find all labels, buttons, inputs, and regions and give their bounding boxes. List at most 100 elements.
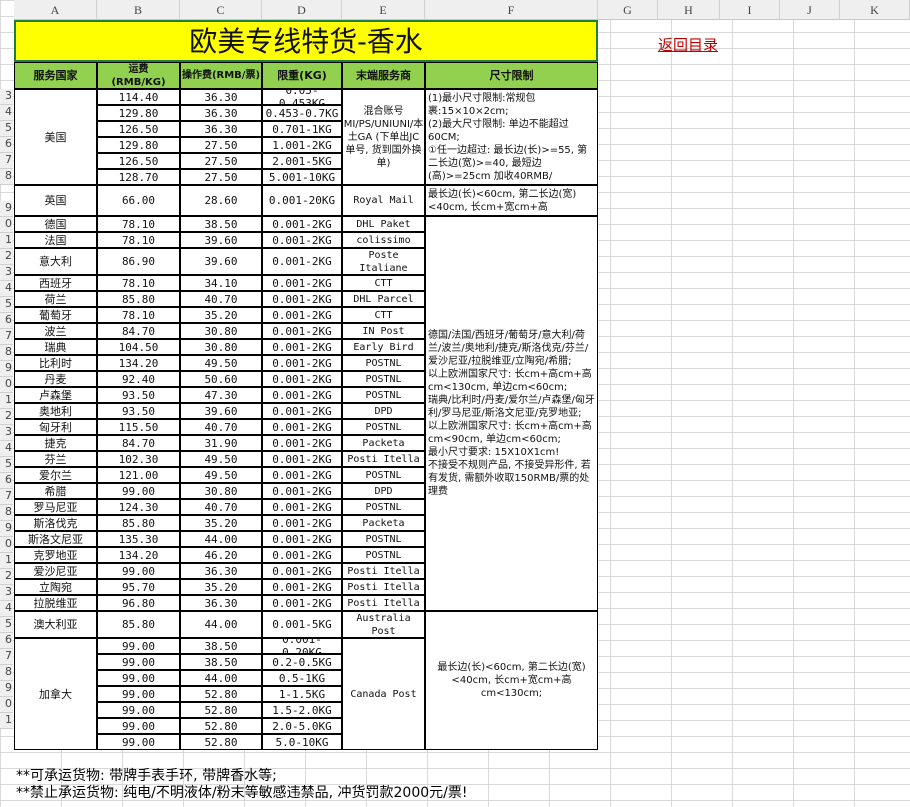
carrier-cell-ca: Canada Post (342, 638, 425, 750)
handling-cell: 36.30 (180, 595, 262, 611)
handling-cell: 40.70 (180, 499, 262, 515)
weight-cell: 0.453-0.7KG (262, 105, 342, 121)
column-header-d[interactable]: D (262, 0, 342, 20)
weight-cell: 5.0-10KG (262, 734, 342, 750)
row-number[interactable]: 3 (0, 585, 13, 601)
weight-cell: 0.001-2KG (262, 339, 342, 355)
row-number[interactable]: 4 (0, 441, 13, 457)
handling-cell: 47.30 (180, 387, 262, 403)
row-number[interactable]: 0 (0, 537, 13, 553)
column-header-c[interactable]: C (180, 0, 262, 20)
column-header-b[interactable]: B (97, 0, 180, 20)
country-cell: 荷兰 (14, 291, 97, 307)
row-number[interactable]: 4 (0, 281, 13, 297)
carrier-cell: POSTNL (342, 547, 425, 563)
header-size: 尺寸限制 (425, 62, 598, 89)
row-number[interactable]: 7 (0, 329, 13, 345)
row-number[interactable]: 2 (0, 249, 13, 265)
weight-cell: 0.001-2KG (262, 435, 342, 451)
handling-cell: 27.50 (180, 137, 262, 153)
row-number[interactable]: 9 (0, 521, 13, 537)
row-number[interactable]: 2 (0, 409, 13, 425)
carrier-cell: colissimo (342, 232, 425, 248)
handling-cell: 34.10 (180, 275, 262, 291)
row-number[interactable]: 9 (0, 201, 13, 217)
country-cell: 意大利 (14, 248, 97, 275)
weight-cell: 0.001-2KG (262, 248, 342, 275)
carrier-cell: Packeta (342, 515, 425, 531)
row-number[interactable]: 0 (0, 377, 13, 393)
handling-cell: 40.70 (180, 419, 262, 435)
row-number[interactable]: 6 (0, 473, 13, 489)
country-cell-ca: 加拿大 (14, 638, 97, 750)
row-number[interactable]: 3 (0, 425, 13, 441)
carrier-cell: DHL Paket (342, 216, 425, 232)
column-header-k[interactable]: K (840, 0, 910, 20)
return-to-index-link[interactable]: 返回目录 (658, 34, 718, 55)
row-number[interactable]: 1 (0, 713, 13, 729)
freight-cell: 129.80 (97, 105, 180, 121)
carrier-cell: Posti Itella (342, 579, 425, 595)
carrier-cell: DPD (342, 483, 425, 499)
freight-cell: 96.80 (97, 595, 180, 611)
row-number[interactable]: 7 (0, 489, 13, 505)
column-header-g[interactable]: G (598, 0, 658, 20)
freight-cell: 78.10 (97, 216, 180, 232)
column-header-e[interactable]: E (342, 0, 425, 20)
row-number[interactable]: 6 (0, 313, 13, 329)
handling-cell: 52.80 (180, 718, 262, 734)
row-number[interactable]: 7 (0, 153, 13, 169)
handling-cell: 27.50 (180, 169, 262, 185)
row-number[interactable]: 9 (0, 361, 13, 377)
row-number[interactable]: 4 (0, 601, 13, 617)
row-number[interactable]: 6 (0, 137, 13, 153)
row-number[interactable]: 4 (0, 105, 13, 121)
column-header-h[interactable]: H (658, 0, 720, 20)
country-cell: 比利时 (14, 355, 97, 371)
header-country: 服务国家 (14, 62, 97, 89)
header-handling: 操作费(RMB/票) (180, 62, 262, 89)
weight-cell: 0.001-2KG (262, 515, 342, 531)
column-header-f[interactable]: F (425, 0, 598, 20)
row-number[interactable]: 0 (0, 217, 13, 233)
weight-cell: 0.001-2KG (262, 531, 342, 547)
freight-cell: 78.10 (97, 307, 180, 323)
row-number[interactable]: 7 (0, 649, 13, 665)
handling-cell: 52.80 (180, 686, 262, 702)
row-number[interactable]: 8 (0, 169, 13, 185)
row-number[interactable]: 1 (0, 553, 13, 569)
column-header-i[interactable]: I (720, 0, 780, 20)
handling-cell: 38.50 (180, 654, 262, 670)
row-number[interactable]: 1 (0, 393, 13, 409)
row-number[interactable]: 5 (0, 297, 13, 313)
handling-cell: 36.30 (180, 105, 262, 121)
freight-cell: 104.50 (97, 339, 180, 355)
row-number[interactable]: 6 (0, 633, 13, 649)
row-number[interactable]: 9 (0, 681, 13, 697)
carrier-cell: POSTNL (342, 355, 425, 371)
row-number[interactable]: 0 (0, 697, 13, 713)
row-number[interactable]: 2 (0, 569, 13, 585)
row-number[interactable]: 5 (0, 457, 13, 473)
row-number[interactable]: 3 (0, 265, 13, 281)
column-header-a[interactable]: A (14, 0, 97, 20)
column-header-j[interactable]: J (780, 0, 840, 20)
row-number[interactable]: 5 (0, 617, 13, 633)
handling-cell: 49.50 (180, 467, 262, 483)
carrier-cell: Early Bird (342, 339, 425, 355)
handling-cell: 36.30 (180, 89, 262, 105)
row-number[interactable]: 8 (0, 665, 13, 681)
freight-cell: 129.80 (97, 137, 180, 153)
weight-cell: 0.001-2KG (262, 307, 342, 323)
country-cell: 斯洛伐克 (14, 515, 97, 531)
handling-cell: 27.50 (180, 153, 262, 169)
row-number[interactable]: 5 (0, 121, 13, 137)
carrier-cell: Posti Itella (342, 595, 425, 611)
row-number[interactable]: 3 (0, 89, 13, 105)
weight-cell: 0.701-1KG (262, 121, 342, 137)
row-number[interactable]: 8 (0, 505, 13, 521)
weight-cell: 5.001-10KG (262, 169, 342, 185)
row-number[interactable]: 8 (0, 345, 13, 361)
country-cell: 斯洛文尼亚 (14, 531, 97, 547)
row-number[interactable]: 1 (0, 233, 13, 249)
